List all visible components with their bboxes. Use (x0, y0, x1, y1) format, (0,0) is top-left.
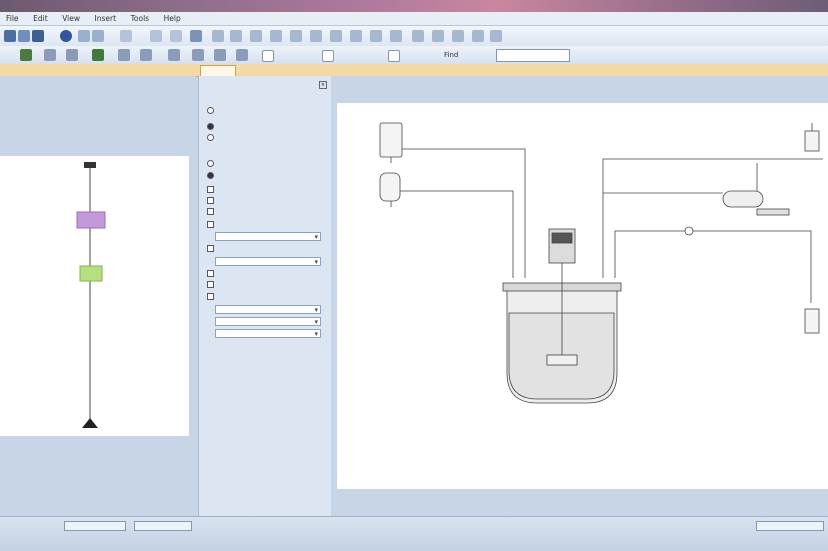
palette-icon[interactable] (214, 49, 226, 61)
text-tool-icon[interactable] (310, 30, 322, 42)
right-view-combo[interactable] (756, 521, 824, 531)
paste-icon[interactable] (170, 30, 182, 42)
close-icon[interactable]: × (319, 81, 327, 89)
checkbox-option-7[interactable] (207, 281, 214, 288)
table-icon[interactable] (118, 49, 130, 61)
options-combo-1[interactable] (215, 232, 321, 242)
export-icon[interactable] (92, 49, 104, 61)
condenser-base (756, 208, 790, 216)
checkbox-option-5[interactable] (207, 245, 214, 252)
menu-item-edit[interactable]: Edit (27, 12, 54, 23)
undo-icon[interactable] (78, 30, 90, 42)
flow-end-node (82, 418, 98, 428)
library-icon[interactable] (192, 49, 204, 61)
agitator-impeller (546, 354, 578, 366)
arrow-tool-icon[interactable] (330, 30, 342, 42)
settings-icon[interactable] (236, 49, 248, 61)
align-right-icon[interactable] (250, 30, 262, 42)
line-tool-icon[interactable] (270, 30, 282, 42)
checkbox-option-3[interactable] (207, 208, 214, 215)
radio-option-3[interactable] (207, 134, 214, 141)
zoom-in-icon[interactable] (412, 30, 424, 42)
grid-icon[interactable] (472, 30, 484, 42)
checkbox-option-8[interactable] (207, 293, 214, 300)
info-icon[interactable] (60, 30, 72, 42)
flow-start-node (84, 162, 96, 168)
pause-icon[interactable] (66, 49, 78, 61)
left-flow-canvas[interactable] (0, 156, 189, 436)
feed-line-2 (400, 190, 514, 278)
process-diagram (379, 122, 823, 404)
layers-icon[interactable] (490, 30, 502, 42)
feed-line-1 (402, 148, 526, 278)
chart-icon[interactable] (140, 49, 152, 61)
flow-node-green (79, 265, 103, 282)
run-icon[interactable] (20, 49, 32, 61)
receiver-top (804, 130, 820, 152)
cut-icon[interactable] (120, 30, 132, 42)
radio-option-2[interactable] (207, 123, 214, 130)
ungroup-icon[interactable] (390, 30, 402, 42)
options-combo-2[interactable] (215, 257, 321, 267)
tab-active[interactable] (200, 65, 236, 76)
menu-item-tools[interactable]: Tools (125, 12, 155, 23)
flow-node-purple (76, 211, 106, 229)
vapor-line (602, 158, 823, 278)
receiver-bottom (804, 308, 820, 334)
align-left-icon[interactable] (212, 30, 224, 42)
fit-icon[interactable] (452, 30, 464, 42)
radio-option-1[interactable] (207, 107, 214, 114)
title-bar (0, 0, 828, 12)
option-checkbox-1[interactable] (262, 50, 274, 62)
redo-icon[interactable] (92, 30, 104, 42)
shape-tool-icon[interactable] (290, 30, 302, 42)
options-combo-5[interactable] (215, 329, 321, 339)
checkbox-option-1[interactable] (207, 186, 214, 193)
checkbox-option-2[interactable] (207, 197, 214, 204)
open-file-icon[interactable] (18, 30, 30, 42)
search-input[interactable] (496, 49, 570, 62)
print-icon[interactable] (190, 30, 202, 42)
radio-option-4[interactable] (207, 160, 214, 167)
zoom-out-icon[interactable] (432, 30, 444, 42)
checkbox-option-6[interactable] (207, 270, 214, 277)
left-flow-diagram (76, 162, 106, 428)
distillate-line (693, 230, 812, 303)
group-icon[interactable] (370, 30, 382, 42)
radio-option-5[interactable] (207, 172, 214, 179)
copy-icon[interactable] (150, 30, 162, 42)
condenser (722, 190, 764, 208)
menu-item-file[interactable]: File (0, 12, 25, 23)
reflux-valve (684, 226, 694, 236)
options-combo-3[interactable] (215, 305, 321, 315)
toolbar-secondary: Find (0, 46, 828, 65)
zoom-combo[interactable] (134, 521, 192, 531)
step-icon[interactable] (44, 49, 56, 61)
status-bar (0, 516, 828, 551)
options-panel: × (198, 76, 332, 516)
save-icon[interactable] (32, 30, 44, 42)
toolbar-main (0, 26, 828, 46)
properties-icon[interactable] (168, 49, 180, 61)
feed-tank-2 (379, 172, 401, 202)
align-center-icon[interactable] (230, 30, 242, 42)
find-label: Find (444, 51, 459, 59)
option-checkbox-3[interactable] (388, 50, 400, 62)
reflux-line (614, 230, 685, 278)
menu-bar: File Edit View Insert Tools Help (0, 12, 828, 26)
options-combo-4[interactable] (215, 317, 321, 327)
checkbox-option-4[interactable] (207, 221, 214, 228)
option-checkbox-2[interactable] (322, 50, 334, 62)
left-view-combo[interactable] (64, 521, 126, 531)
new-file-icon[interactable] (4, 30, 16, 42)
process-diagram-canvas[interactable] (337, 103, 828, 489)
agitator-motor-head (551, 232, 573, 244)
feed-tank-1 (379, 122, 403, 158)
connector-tool-icon[interactable] (350, 30, 362, 42)
menu-item-insert[interactable]: Insert (89, 12, 123, 23)
menu-item-view[interactable]: View (56, 12, 86, 23)
menu-item-help[interactable]: Help (158, 12, 187, 23)
